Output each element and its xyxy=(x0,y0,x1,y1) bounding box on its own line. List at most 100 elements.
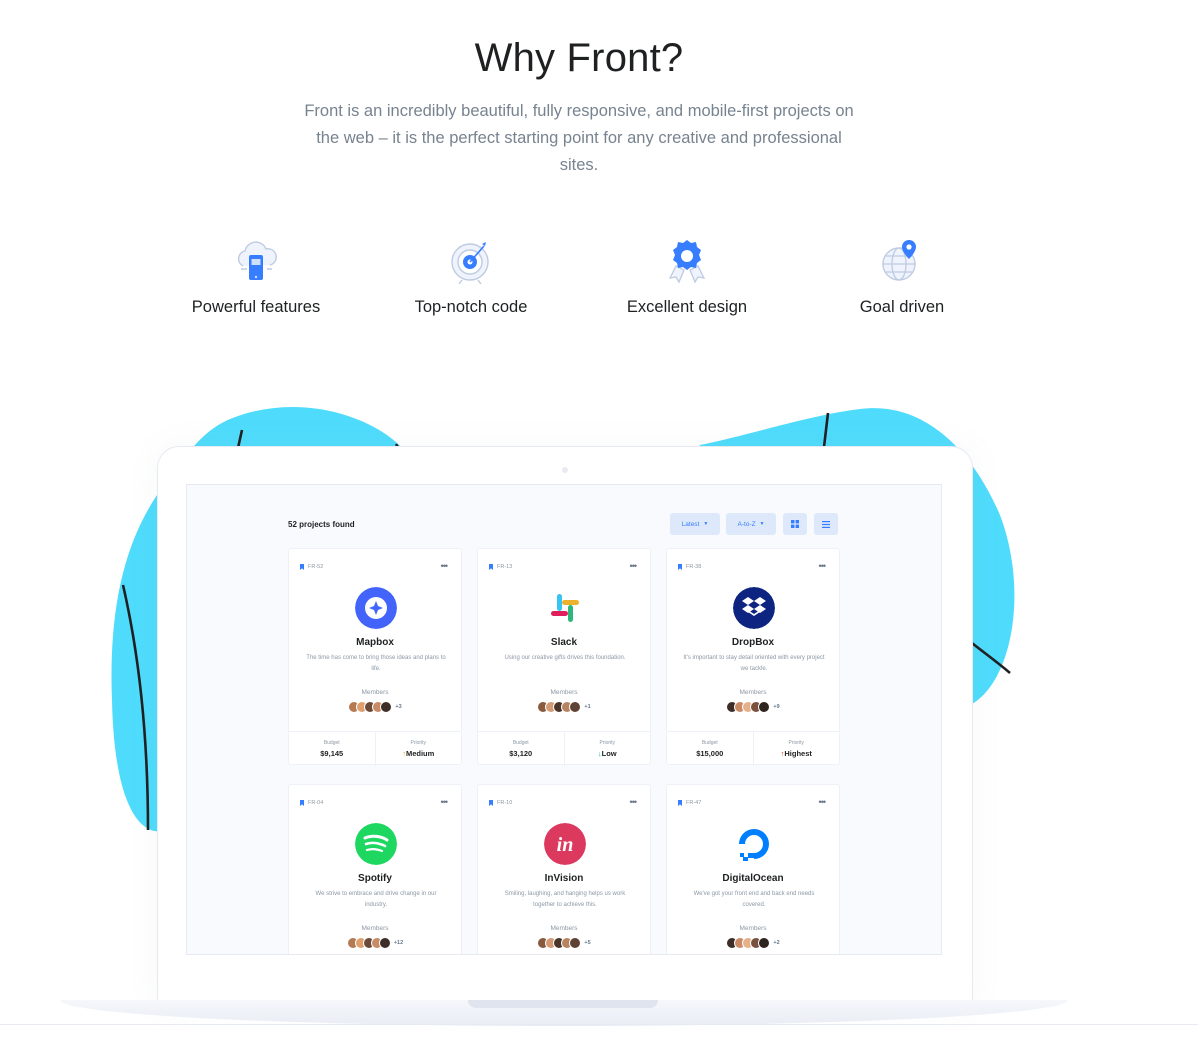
grid-view-button[interactable] xyxy=(783,513,807,535)
project-description: It's important to stay detail oriented w… xyxy=(683,655,825,672)
more-options-icon[interactable]: ••• xyxy=(630,797,638,807)
project-tag: FR-04 xyxy=(300,800,323,806)
members-label: Members xyxy=(550,689,578,696)
project-tag: FR-52 xyxy=(300,564,323,570)
more-options-icon[interactable]: ••• xyxy=(819,561,827,571)
member-avatars[interactable]: +1 xyxy=(478,701,650,713)
project-description: We strive to embrace and drive change in… xyxy=(315,891,437,908)
member-avatars[interactable]: +5 xyxy=(478,937,650,949)
project-card-dropbox[interactable]: FR-38 ••• DropBox It's important to stay… xyxy=(666,548,840,766)
budget-label: Budget xyxy=(323,740,340,746)
dropbox-logo xyxy=(733,587,775,629)
members-label: Members xyxy=(739,925,767,932)
bookmark-icon xyxy=(300,800,304,806)
member-avatars[interactable]: +3 xyxy=(289,701,461,713)
list-icon xyxy=(822,520,830,528)
slack-logo xyxy=(551,594,579,622)
avatar xyxy=(380,701,393,713)
sort-dropdown[interactable]: Latest ▼ xyxy=(670,513,720,535)
feature-label: Excellent design xyxy=(626,298,748,316)
project-description: The time has come to bring those ideas a… xyxy=(306,655,446,672)
project-count: 52 projects found xyxy=(288,520,355,529)
avatar xyxy=(569,701,582,713)
budget-stat: Budget $15,000 xyxy=(667,732,753,766)
spotify-logo xyxy=(355,823,397,865)
project-card-digitalocean[interactable]: FR-47 ••• DigitalOcean We've got your fr… xyxy=(666,784,840,954)
project-description: Smiling, laughing, and hanging helps us … xyxy=(504,891,626,908)
sort-label: Latest xyxy=(681,520,700,528)
more-options-icon[interactable]: ••• xyxy=(441,561,449,571)
members-extra-count: +2 xyxy=(773,940,780,946)
bookmark-icon xyxy=(678,564,682,570)
section-subtitle: Front is an incredibly beautiful, fully … xyxy=(304,102,854,174)
members-extra-count: +9 xyxy=(773,704,780,710)
budget-stat: Budget $9,145 xyxy=(289,732,375,766)
project-card-invision[interactable]: FR-10 ••• in InVision Smiling, laughing,… xyxy=(477,784,651,954)
project-card-spotify[interactable]: FR-04 ••• Spotify We strive to embrace a… xyxy=(288,784,462,954)
project-tag: FR-47 xyxy=(678,800,701,806)
project-card-mapbox[interactable]: FR-52 ••• Mapbox The time has come to br… xyxy=(288,548,462,766)
chevron-down-icon: ▼ xyxy=(703,521,709,527)
priority-label: Priority xyxy=(410,740,427,746)
award-badge-icon xyxy=(668,240,706,284)
project-name: Spotify xyxy=(358,873,392,884)
section-divider xyxy=(0,1024,1198,1025)
priority-value: Highest xyxy=(784,749,812,758)
project-description: Using our creative gifts drives this fou… xyxy=(504,655,626,661)
members-label: Members xyxy=(739,689,767,696)
avatar xyxy=(378,937,391,949)
budget-value: $9,145 xyxy=(320,749,344,758)
bookmark-icon xyxy=(489,800,493,806)
project-card-slack[interactable]: FR-13 ••• Slack Using our creative gifts… xyxy=(477,548,651,766)
bookmark-icon xyxy=(678,800,682,806)
order-label: A-to-Z xyxy=(737,520,756,528)
project-tag: FR-38 xyxy=(678,564,701,570)
feature-label: Top-notch code xyxy=(414,298,528,316)
project-description: We've got your front end and back end ne… xyxy=(693,891,815,908)
laptop-base-notch xyxy=(468,1000,658,1008)
member-avatars[interactable]: +2 xyxy=(667,937,839,949)
project-name: Slack xyxy=(550,637,578,648)
avatar xyxy=(758,701,771,713)
bookmark-icon xyxy=(300,564,304,570)
order-dropdown[interactable]: A-to-Z ▼ xyxy=(726,513,776,535)
members-extra-count: +12 xyxy=(393,940,404,946)
priority-value: Low xyxy=(601,749,617,758)
budget-value: $3,120 xyxy=(509,749,533,758)
more-options-icon[interactable]: ••• xyxy=(441,797,449,807)
laptop-camera xyxy=(562,467,568,473)
more-options-icon[interactable]: ••• xyxy=(630,561,638,571)
features-row: Powerful features Top-notch code Excelle… xyxy=(148,236,1010,326)
bookmark-icon xyxy=(489,564,493,570)
members-label: Members xyxy=(361,925,389,932)
invision-logo: in xyxy=(544,823,586,865)
project-stats: Budget $3,120 Priority ↓Low xyxy=(478,731,650,766)
priority-value: Medium xyxy=(405,749,435,758)
cloud-phone-icon xyxy=(237,241,277,280)
list-view-button[interactable] xyxy=(814,513,838,535)
budget-label: Budget xyxy=(701,740,718,746)
priority-stat: Priority ↓Low xyxy=(563,732,651,766)
avatar xyxy=(758,937,771,949)
members-extra-count: +3 xyxy=(395,704,402,710)
feature-goal: Goal driven xyxy=(794,236,1010,317)
priority-label: Priority xyxy=(599,740,616,746)
feature-label: Powerful features xyxy=(191,298,321,316)
priority-stat: Priority ↑Highest xyxy=(752,732,840,766)
member-avatars[interactable]: +9 xyxy=(667,701,839,713)
laptop-mockup: 52 projects found Latest ▼ A-to-Z ▼ FR-5… xyxy=(157,446,973,1006)
priority-stat: Priority ↑Medium xyxy=(374,732,462,766)
digitalocean-logo xyxy=(739,829,769,861)
project-tag: FR-13 xyxy=(489,564,512,570)
members-extra-count: +5 xyxy=(584,940,591,946)
chevron-down-icon: ▼ xyxy=(759,521,765,527)
grid-icon xyxy=(791,520,799,528)
member-avatars[interactable]: +12 xyxy=(289,937,461,949)
budget-value: $15,000 xyxy=(696,749,724,758)
members-extra-count: +1 xyxy=(584,704,591,710)
budget-stat: Budget $3,120 xyxy=(478,732,564,766)
priority-label: Priority xyxy=(788,740,805,746)
feature-code: Top-notch code xyxy=(363,236,579,317)
mapbox-logo xyxy=(355,587,397,629)
more-options-icon[interactable]: ••• xyxy=(819,797,827,807)
